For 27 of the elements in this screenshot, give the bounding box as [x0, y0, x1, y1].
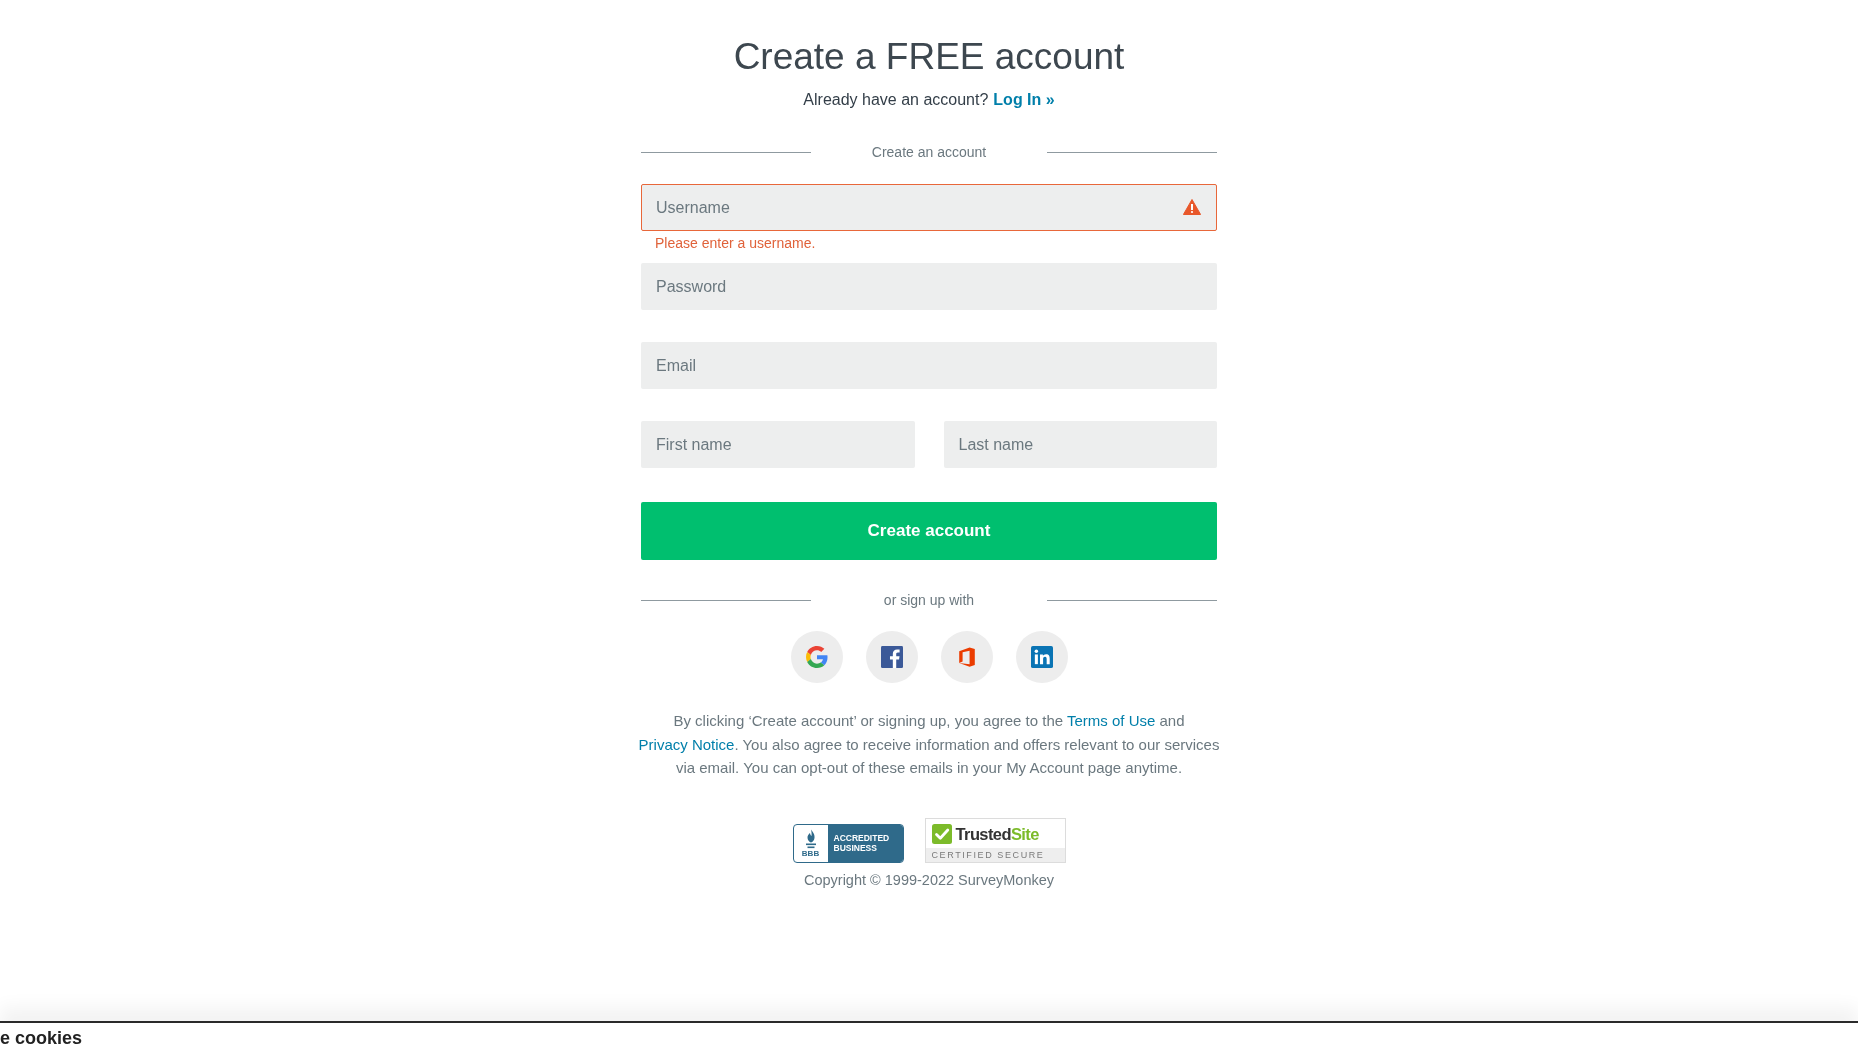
divider-label: or sign up with	[883, 591, 975, 610]
seal-text: ACCREDITED BUSINESS	[833, 833, 890, 853]
input-field[interactable]: Email	[641, 342, 1217, 389]
seal-text: BBB	[801, 848, 820, 858]
input-field[interactable]: Username	[641, 184, 1217, 231]
legal-link[interactable]: Privacy Notice	[638, 735, 735, 753]
login-prompt: Already have an account?	[803, 90, 989, 110]
create-account-button[interactable]: Create account	[641, 502, 1217, 560]
input-field[interactable]: Last name	[943, 421, 1217, 468]
divider-label: Create an account	[871, 143, 987, 162]
facebook-logo-icon	[880, 646, 903, 668]
error-message: Please enter a username.	[655, 234, 817, 253]
input-field[interactable]: First name	[641, 421, 915, 468]
page-title: Create a FREE account	[732, 35, 1126, 79]
banner-heading: e cookies	[0, 1027, 83, 1049]
torch-icon	[803, 828, 818, 849]
login-link[interactable]: Log In »	[993, 88, 1055, 112]
google-logo-icon	[805, 646, 828, 668]
warning-icon	[1183, 199, 1201, 215]
check-icon	[931, 823, 952, 844]
seal-title: TrustedSite	[955, 823, 1039, 844]
seal-caption: CERTIFIED SECURE	[925, 847, 1065, 862]
legal-link[interactable]: Terms of Use	[1067, 712, 1156, 729]
input-field[interactable]: Password	[641, 263, 1217, 310]
linkedin-logo-icon	[1030, 646, 1053, 668]
copyright-text: Copyright © 1999-2022 SurveyMonkey	[802, 870, 1056, 890]
legal-notice: By clicking ‘Create account’ or signing up, you agree to the Terms of Use and Privacy Notice. You also agree to receive information and offers relevant to our services via email. You can opt-out of these emails in your My Account page anytime.	[637, 711, 1221, 778]
